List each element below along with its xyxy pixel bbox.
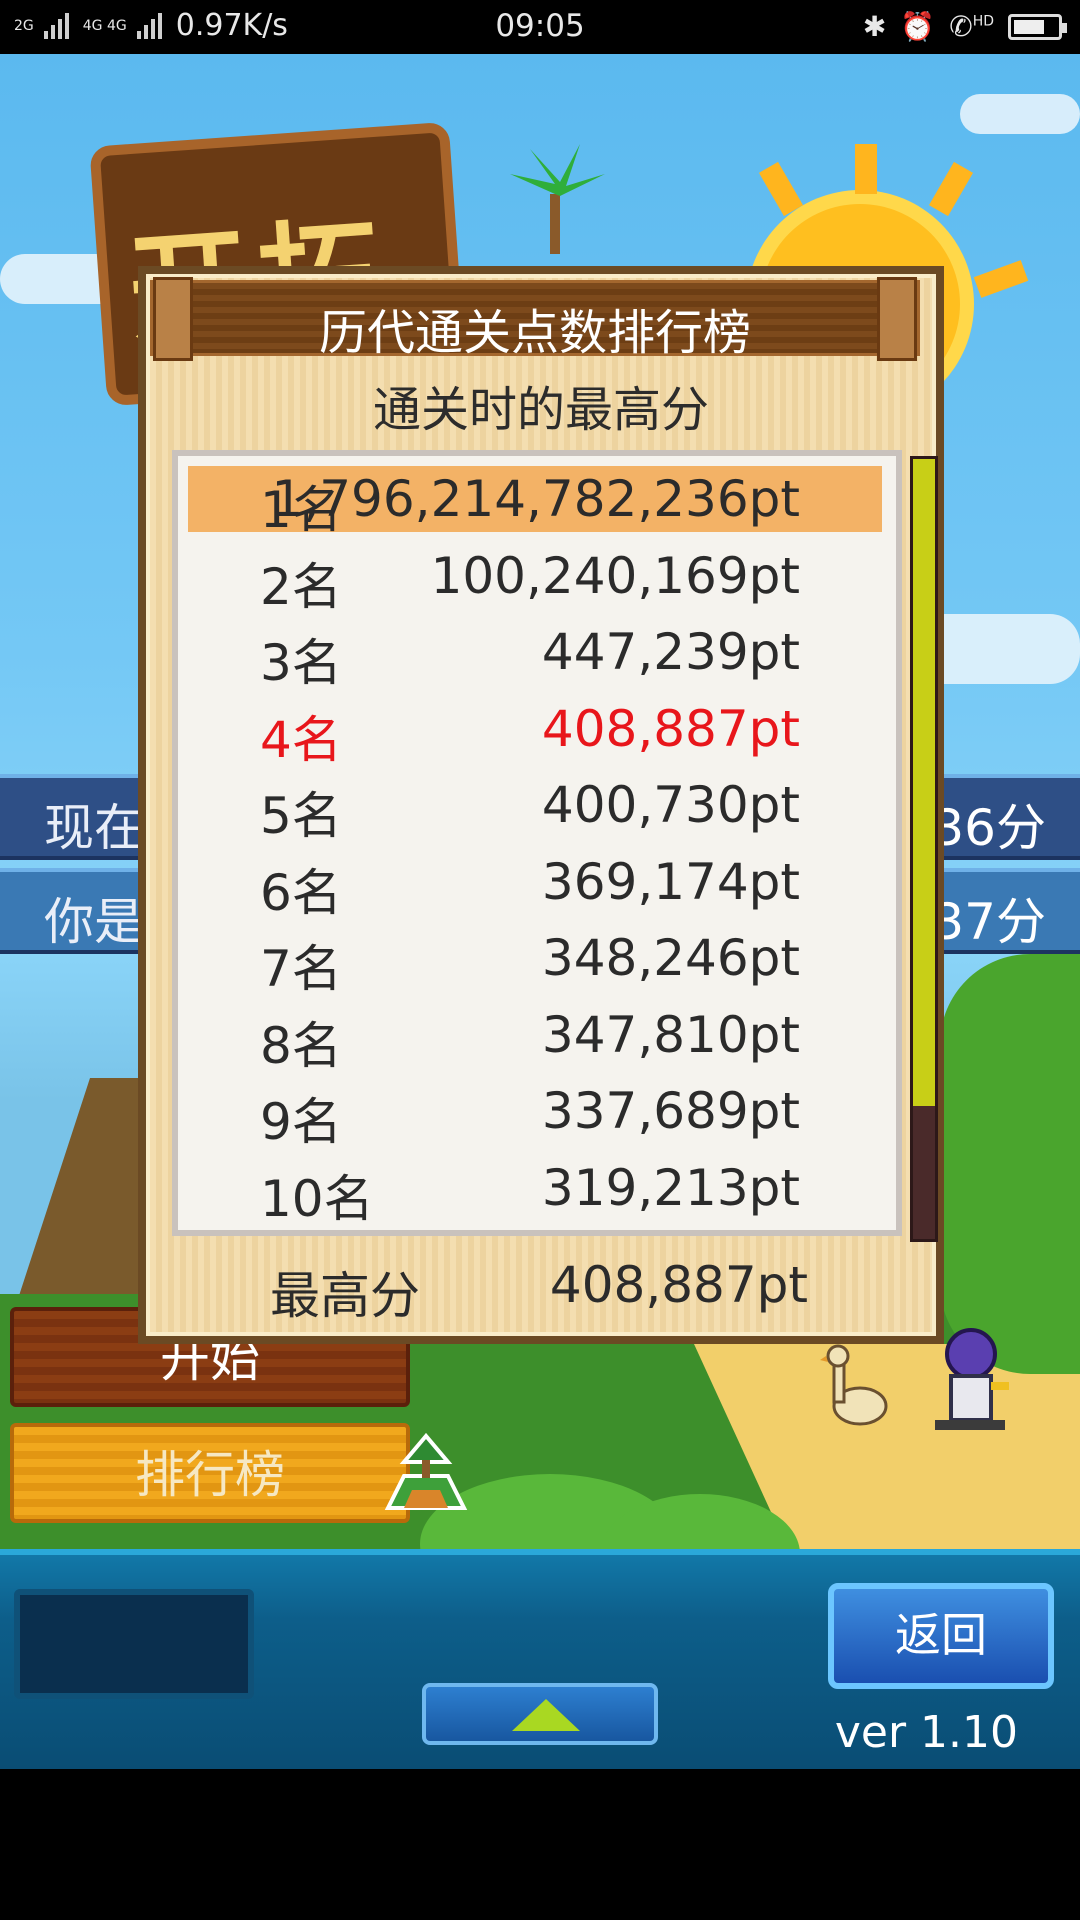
ranking-button[interactable]: 排行榜: [10, 1423, 410, 1523]
score-value: 337,689pt: [541, 1082, 800, 1140]
leaderboard-panel: 历代通关点数排行榜 通关时的最高分 1名 1,796,214,782,236pt 2…: [138, 266, 944, 1344]
battery-icon: [1008, 13, 1067, 40]
score-value: 400,730pt: [541, 776, 800, 834]
leaderboard-row: 2名 100,240,169pt: [188, 543, 882, 616]
sun-ray: [855, 144, 877, 194]
best-score-row: 最高分 408,887pt: [138, 1252, 944, 1325]
goose-character-icon: [820, 1344, 888, 1426]
leaderboard-row: 4名 408,887pt: [188, 696, 882, 769]
sun-ray: [973, 260, 1029, 298]
leaderboard-subtitle: 通关时的最高分: [372, 382, 709, 438]
sun-ray: [758, 161, 804, 217]
leaderboard-row: 7名 348,246pt: [188, 925, 882, 998]
score-value: 369,174pt: [541, 852, 800, 911]
info-bar-rank-label: 你是: [44, 893, 144, 951]
leaderboard-list[interactable]: 1名 1,796,214,782,236pt 2名 100,240,169pt 3名 44…: [172, 450, 902, 1236]
rank-label: 9名: [260, 1093, 342, 1151]
info-bar-current-label: 现在: [44, 799, 144, 857]
tree-decoration: [940, 954, 1080, 1374]
leaderboard-row: 5名 400,730pt: [188, 772, 882, 845]
palm-tree-icon: [510, 144, 605, 254]
leaderboard-title: 历代通关点数排行榜: [318, 305, 751, 361]
version-label: ver 1.10: [834, 1707, 1018, 1758]
rank-label: 10名: [260, 1169, 374, 1228]
score-value: 408,887pt: [541, 699, 800, 758]
leaderboard-scrollbar[interactable]: [910, 456, 938, 1242]
call-hd-icon: ✆HD: [949, 10, 994, 43]
score-value: 1,796,214,782,236pt: [271, 470, 800, 528]
back-button[interactable]: 返回: [828, 1583, 1054, 1689]
info-bar-current-value: 36分: [932, 799, 1046, 857]
hd-label: HD: [972, 13, 994, 30]
scrollbar-thumb[interactable]: [913, 459, 935, 1107]
bottom-control-bar: 返回 ver 1.10: [0, 1549, 1080, 1769]
rank-label: 7名: [260, 940, 342, 998]
empty-black-area: [0, 1769, 1080, 1920]
score-value: 447,239pt: [541, 623, 800, 681]
leaderboard-row: 3名 447,239pt: [188, 619, 882, 692]
scroll-up-button[interactable]: [422, 1683, 658, 1745]
rank-label: 6名: [260, 863, 342, 922]
leaderboard-row: 1名 1,796,214,782,236pt: [188, 466, 882, 539]
island-cursor-icon: [384, 1432, 468, 1510]
leaderboard-header: 历代通关点数排行榜: [150, 277, 920, 361]
empty-slot: [14, 1589, 254, 1699]
status-right: ✱ ⏰ ✆HD: [862, 10, 1067, 43]
info-bar-rank-value: 37分: [932, 893, 1046, 951]
score-value: 100,240,169pt: [430, 546, 800, 605]
best-score-value: 408,887pt: [549, 1256, 808, 1314]
score-value: 348,246pt: [541, 929, 800, 987]
rank-label: 3名: [260, 634, 342, 692]
status-bar: 2G 4G 4G 0.97K/s 09:05 ✱ ⏰ ✆HD: [0, 0, 1080, 54]
bluetooth-icon: ✱: [862, 10, 887, 43]
alarm-icon: ⏰: [900, 10, 936, 43]
best-score-label: 最高分: [270, 1267, 420, 1325]
score-value: 347,810pt: [541, 1005, 800, 1064]
leaderboard-row: 10名 319,213pt: [188, 1155, 882, 1228]
sun-ray: [928, 161, 974, 217]
leaderboard-row: 9名 337,689pt: [188, 1078, 882, 1151]
arrow-up-icon: [512, 1699, 580, 1731]
rank-label: 8名: [260, 1016, 342, 1075]
cloud-decoration: [960, 94, 1080, 134]
score-value: 319,213pt: [541, 1158, 800, 1217]
rank-label: 5名: [260, 787, 342, 845]
leaderboard-row: 6名 369,174pt: [188, 849, 882, 922]
leaderboard-row: 8名 347,810pt: [188, 1002, 882, 1075]
rank-label: 4名: [260, 710, 342, 769]
rank-label: 2名: [260, 557, 342, 616]
